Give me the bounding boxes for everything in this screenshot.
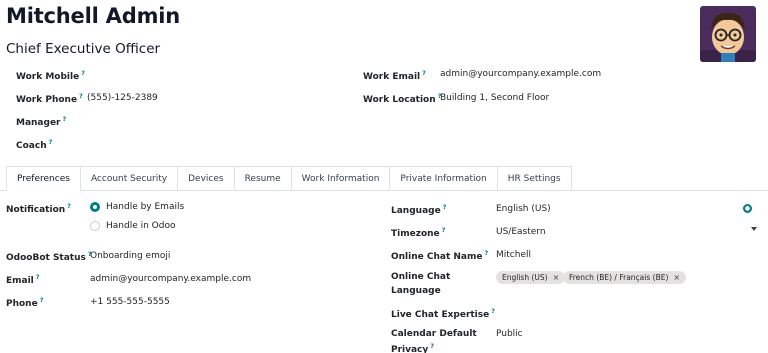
language-tag-english[interactable]: English (US) × (496, 271, 566, 284)
phone-label: Phone? (6, 296, 44, 309)
help-tooltip-icon[interactable]: ? (491, 307, 495, 315)
calendar-default-privacy-label-line2: Privacy? (391, 342, 435, 353)
language-field[interactable]: English (US) (496, 204, 551, 214)
odoobot-status-value: Onboarding emoji (90, 251, 171, 261)
remove-tag-icon[interactable]: × (673, 273, 680, 282)
email-field[interactable]: admin@yourcompany.example.com (90, 274, 251, 284)
manager-label: Manager? (16, 115, 67, 128)
online-chat-name-label: Online Chat Name? (391, 249, 489, 262)
work-mobile-label: Work Mobile? (16, 69, 85, 82)
online-chat-name-field[interactable]: Mitchell (496, 250, 531, 260)
help-tooltip-icon[interactable]: ? (422, 69, 426, 77)
radio-handle-in-odoo[interactable]: Handle in Odoo (90, 221, 175, 231)
tab-resume[interactable]: Resume (234, 166, 292, 191)
chevron-down-icon[interactable] (751, 227, 757, 231)
job-title[interactable]: Chief Executive Officer (6, 41, 160, 57)
remove-tag-icon[interactable]: × (553, 273, 560, 282)
work-location-field[interactable]: Building 1, Second Floor (440, 93, 549, 103)
online-chat-language-label: Online Chat (391, 272, 451, 282)
avatar[interactable] (700, 6, 756, 62)
work-phone-field[interactable]: (555)-125-2389 (87, 93, 158, 103)
phone-field[interactable]: +1 555-555-5555 (90, 297, 170, 307)
help-tooltip-icon[interactable]: ? (430, 342, 434, 350)
notification-label: Notification? (6, 202, 71, 215)
calendar-privacy-select[interactable]: Public (496, 329, 523, 339)
language-tag-french[interactable]: French (BE) / Français (BE) × (563, 271, 687, 284)
tab-bar: Preferences Account Security Devices Res… (6, 166, 572, 191)
work-phone-label: Work Phone? (16, 92, 83, 105)
help-tooltip-icon[interactable]: ? (484, 249, 488, 257)
work-email-label: Work Email? (363, 69, 426, 82)
radio-handle-by-emails[interactable]: Handle by Emails (90, 202, 184, 212)
help-tooltip-icon[interactable]: ? (49, 138, 53, 146)
help-tooltip-icon[interactable]: ? (443, 203, 447, 211)
help-tooltip-icon[interactable]: ? (40, 296, 44, 304)
help-tooltip-icon[interactable]: ? (81, 69, 85, 77)
live-chat-expertise-label: Live Chat Expertise? (391, 307, 496, 320)
avatar-image (700, 6, 756, 62)
language-label: Language? (391, 203, 447, 216)
tab-devices[interactable]: Devices (178, 166, 235, 191)
help-tooltip-icon[interactable]: ? (79, 92, 83, 100)
radio-checked-icon (90, 202, 100, 212)
calendar-default-privacy-label: Calendar Default (391, 329, 477, 339)
globe-icon[interactable]: ● (743, 204, 752, 213)
work-email-field[interactable]: admin@yourcompany.example.com (440, 69, 601, 79)
online-chat-language-label-line2: Language (391, 286, 441, 296)
radio-unchecked-icon (90, 221, 100, 231)
help-tooltip-icon[interactable]: ? (36, 273, 40, 281)
help-tooltip-icon[interactable]: ? (442, 226, 446, 234)
work-location-label: Work Location? (363, 92, 442, 105)
coach-label: Coach? (16, 138, 53, 151)
odoobot-status-label: OdooBot Status? (6, 250, 92, 263)
timezone-label: Timezone? (391, 226, 446, 239)
tab-hr-settings[interactable]: HR Settings (497, 166, 572, 191)
help-tooltip-icon[interactable]: ? (63, 115, 67, 123)
tab-preferences[interactable]: Preferences (6, 166, 81, 191)
help-tooltip-icon[interactable]: ? (67, 202, 71, 210)
timezone-select[interactable]: US/Eastern (496, 227, 546, 237)
email-label: Email? (6, 273, 40, 286)
employee-name[interactable]: Mitchell Admin (6, 4, 180, 28)
tab-work-information[interactable]: Work Information (291, 166, 391, 191)
tab-account-security[interactable]: Account Security (80, 166, 179, 191)
tab-private-information[interactable]: Private Information (390, 166, 498, 191)
